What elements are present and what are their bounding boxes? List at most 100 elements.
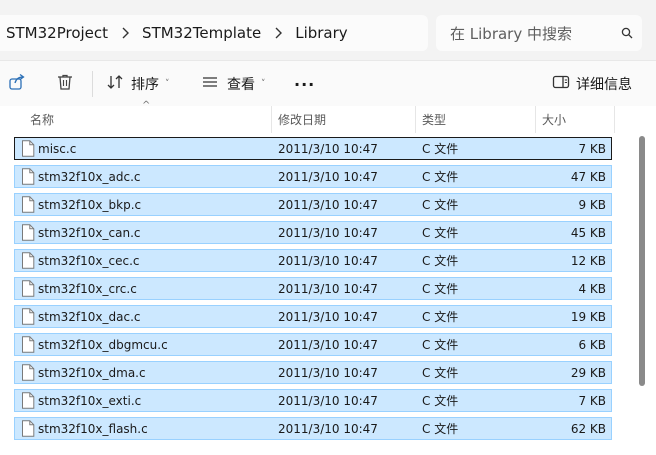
file-icon	[21, 280, 35, 300]
file-name: stm32f10x_dma.c	[38, 365, 146, 380]
file-size: 45 KB	[570, 225, 606, 240]
file-size: 7 KB	[578, 141, 606, 156]
details-pane-button[interactable]: 详细信息	[552, 69, 632, 99]
view-button[interactable]: 查看 ˅	[201, 69, 266, 99]
table-row[interactable]: misc.c 2011/3/10 10:47 C 文件 7 KB	[14, 137, 612, 160]
file-size: 9 KB	[578, 197, 606, 212]
file-size: 47 KB	[570, 169, 606, 184]
delete-icon	[56, 73, 74, 95]
file-type: C 文件	[422, 254, 459, 268]
more-icon[interactable]: ···	[294, 69, 315, 99]
table-row[interactable]: stm32f10x_exti.c 2011/3/10 10:47 C 文件 7 KB	[14, 389, 612, 412]
file-icon	[21, 196, 35, 216]
address-area: STM32Project STM32Template Library 在 Lib…	[0, 0, 656, 60]
file-name: misc.c	[38, 141, 77, 156]
chevron-down-icon: ˅	[261, 79, 266, 89]
file-type: C 文件	[422, 366, 459, 380]
sort-button[interactable]: 排序 ˅	[106, 69, 170, 99]
breadcrumb[interactable]: STM32Project STM32Template Library	[0, 15, 428, 51]
file-icon	[21, 168, 35, 188]
chevron-down-icon: ˅	[165, 79, 170, 89]
file-name: stm32f10x_cec.c	[38, 253, 140, 268]
file-size: 29 KB	[570, 365, 606, 380]
breadcrumb-item-stm32project[interactable]: STM32Project	[0, 24, 108, 42]
table-row[interactable]: stm32f10x_dbgmcu.c 2011/3/10 10:47 C 文件 6 K…	[14, 333, 612, 356]
column-type[interactable]: 类型	[416, 106, 535, 133]
column-header: ^ 名称 修改日期 类型 大小	[0, 100, 616, 133]
column-date-label: 修改日期	[278, 113, 327, 127]
toolbar-divider	[92, 71, 93, 97]
file-size: 12 KB	[570, 253, 606, 268]
breadcrumb-item-stm32template[interactable]: STM32Template	[142, 24, 261, 42]
file-icon	[21, 392, 35, 412]
table-row[interactable]: stm32f10x_cec.c 2011/3/10 10:47 C 文件 12 KB	[14, 249, 612, 272]
file-type: C 文件	[422, 422, 459, 436]
file-icon	[21, 336, 35, 356]
file-name: stm32f10x_dbgmcu.c	[38, 337, 168, 352]
file-icon	[21, 364, 35, 384]
file-size: 7 KB	[578, 393, 606, 408]
file-icon	[21, 140, 35, 160]
column-type-label: 类型	[422, 113, 447, 127]
file-date: 2011/3/10 10:47	[278, 253, 378, 268]
file-name: stm32f10x_dac.c	[38, 309, 141, 324]
details-pane-label: 详细信息	[576, 77, 632, 93]
search-placeholder: 在 Library 中搜索	[450, 24, 572, 43]
table-row[interactable]: stm32f10x_flash.c 2011/3/10 10:47 C 文件 62 K…	[14, 417, 612, 440]
delete-button[interactable]	[56, 69, 74, 99]
sort-label: 排序	[131, 77, 159, 93]
file-name: stm32f10x_crc.c	[38, 281, 137, 296]
file-date: 2011/3/10 10:47	[278, 197, 378, 212]
view-icon	[201, 73, 219, 95]
file-date: 2011/3/10 10:47	[278, 393, 378, 408]
file-size: 62 KB	[570, 421, 606, 436]
scrollbar-thumb[interactable]	[639, 136, 645, 386]
table-row[interactable]: stm32f10x_dac.c 2011/3/10 10:47 C 文件 19 KB	[14, 305, 612, 328]
chevron-right-icon[interactable]	[108, 27, 142, 39]
file-date: 2011/3/10 10:47	[278, 337, 378, 352]
file-date: 2011/3/10 10:47	[278, 141, 378, 156]
file-type: C 文件	[422, 198, 459, 212]
file-name: stm32f10x_exti.c	[38, 393, 142, 408]
column-size-label: 大小	[542, 113, 567, 127]
file-date: 2011/3/10 10:47	[278, 281, 378, 296]
file-size: 19 KB	[570, 309, 606, 324]
search-input[interactable]: 在 Library 中搜索	[436, 15, 642, 51]
file-type: C 文件	[422, 338, 459, 352]
vertical-scrollbar[interactable]	[639, 136, 645, 455]
table-row[interactable]: stm32f10x_dma.c 2011/3/10 10:47 C 文件 29 KB	[14, 361, 612, 384]
sort-icon	[106, 73, 124, 95]
file-size: 4 KB	[578, 281, 606, 296]
share-button[interactable]	[8, 69, 26, 99]
table-row[interactable]: stm32f10x_adc.c 2011/3/10 10:47 C 文件 47 KB	[14, 165, 612, 188]
file-type: C 文件	[422, 226, 459, 240]
breadcrumb-item-library[interactable]: Library	[295, 24, 347, 42]
chevron-right-icon[interactable]	[261, 27, 295, 39]
file-type: C 文件	[422, 394, 459, 408]
file-type: C 文件	[422, 170, 459, 184]
command-bar: 排序 ˅ 查看 ˅ ··· 详细信息	[0, 60, 656, 107]
table-row[interactable]: stm32f10x_bkp.c 2011/3/10 10:47 C 文件 9 KB	[14, 193, 612, 216]
table-row[interactable]: stm32f10x_can.c 2011/3/10 10:47 C 文件 45 KB	[14, 221, 612, 244]
file-icon	[21, 420, 35, 440]
view-label: 查看	[227, 77, 255, 93]
file-type: C 文件	[422, 142, 459, 156]
table-row[interactable]: stm32f10x_crc.c 2011/3/10 10:47 C 文件 4 KB	[14, 277, 612, 300]
file-type: C 文件	[422, 310, 459, 324]
share-icon	[8, 73, 26, 95]
file-type: C 文件	[422, 282, 459, 296]
column-date[interactable]: 修改日期	[272, 106, 415, 133]
column-size[interactable]: 大小	[536, 106, 614, 133]
file-name: stm32f10x_bkp.c	[38, 197, 142, 212]
search-icon[interactable]	[612, 27, 642, 39]
file-date: 2011/3/10 10:47	[278, 169, 378, 184]
file-name: stm32f10x_can.c	[38, 225, 141, 240]
file-date: 2011/3/10 10:47	[278, 225, 378, 240]
file-list: ^ 名称 修改日期 类型 大小 misc.c 2011/3/10 10:47 C 文…	[0, 100, 656, 455]
file-icon	[21, 252, 35, 272]
column-divider[interactable]	[614, 106, 615, 133]
file-name: stm32f10x_adc.c	[38, 169, 141, 184]
file-date: 2011/3/10 10:47	[278, 421, 378, 436]
column-name[interactable]: 名称	[24, 106, 271, 133]
file-date: 2011/3/10 10:47	[278, 309, 378, 324]
